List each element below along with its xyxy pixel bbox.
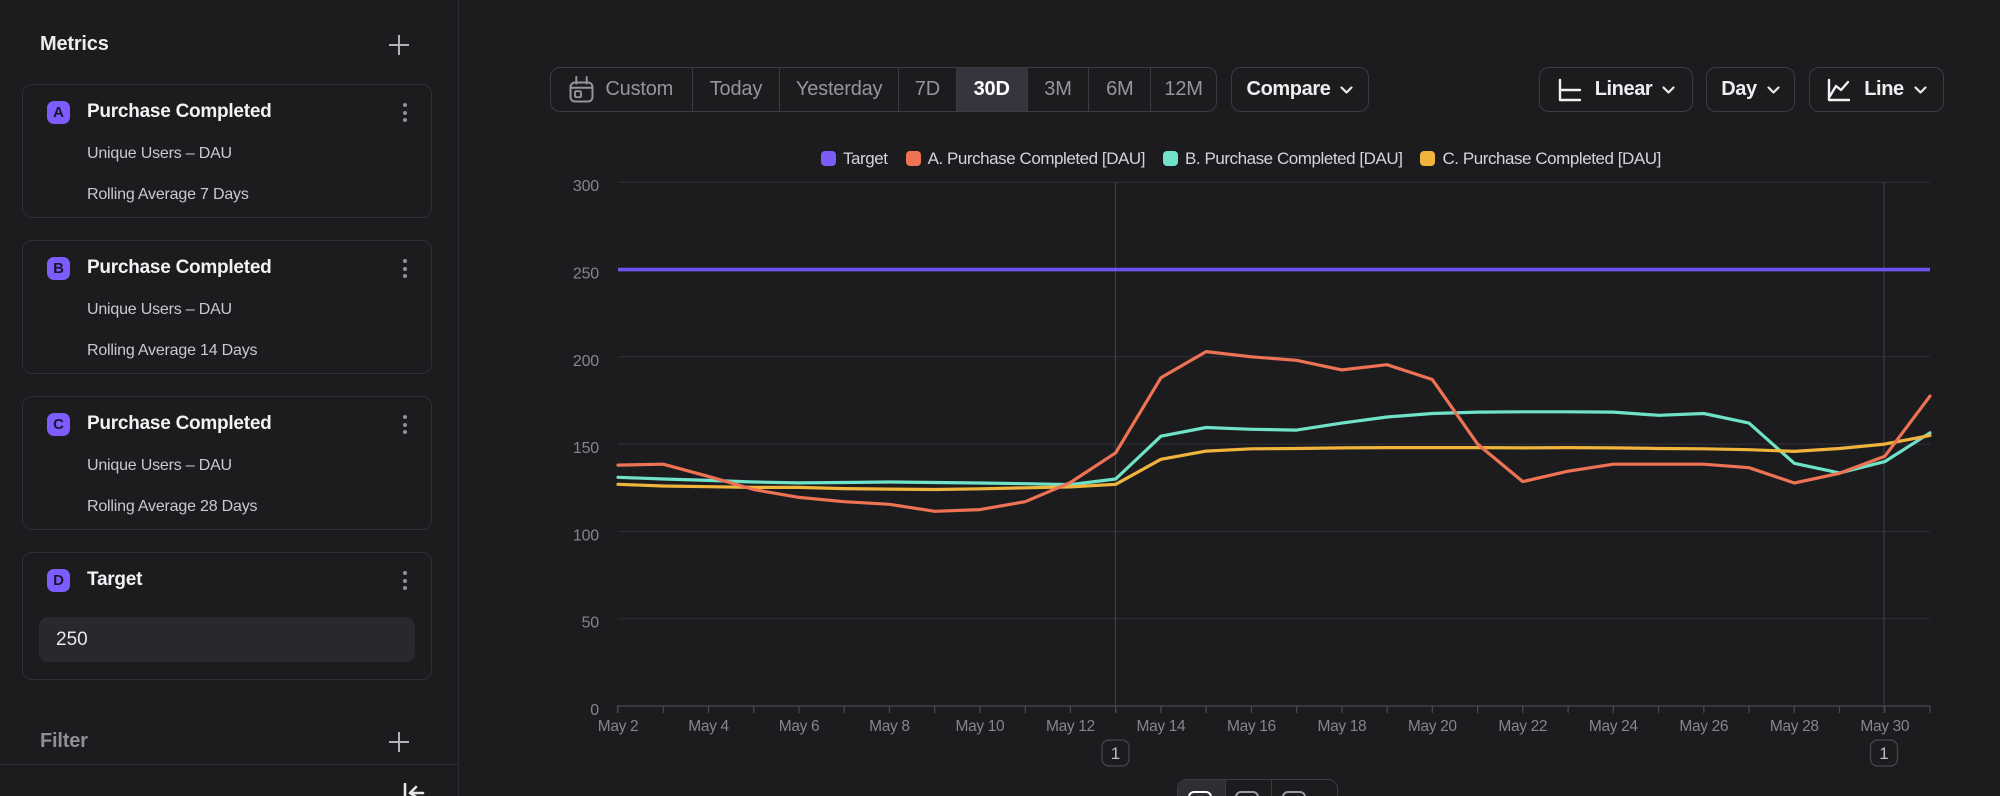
svg-text:1: 1 — [1879, 744, 1888, 763]
svg-text:May 4: May 4 — [688, 718, 729, 735]
svg-text:May 8: May 8 — [869, 718, 909, 735]
svg-text:100: 100 — [573, 527, 599, 544]
svg-text:May 26: May 26 — [1679, 718, 1728, 735]
svg-text:May 6: May 6 — [779, 718, 819, 735]
svg-text:May 16: May 16 — [1227, 718, 1276, 735]
svg-text:250: 250 — [573, 266, 599, 283]
svg-text:200: 200 — [573, 353, 599, 370]
svg-text:0: 0 — [590, 702, 599, 719]
svg-text:150: 150 — [573, 440, 599, 457]
svg-text:May 18: May 18 — [1318, 718, 1367, 735]
svg-text:May 24: May 24 — [1589, 718, 1638, 735]
svg-text:May 10: May 10 — [956, 718, 1005, 735]
svg-text:May 2: May 2 — [598, 718, 638, 735]
svg-text:May 12: May 12 — [1046, 718, 1095, 735]
svg-text:May 20: May 20 — [1408, 718, 1457, 735]
svg-text:1: 1 — [1111, 744, 1120, 763]
svg-text:May 14: May 14 — [1137, 718, 1186, 735]
svg-text:May 28: May 28 — [1770, 718, 1819, 735]
svg-text:May 22: May 22 — [1498, 718, 1547, 735]
svg-text:May 30: May 30 — [1860, 718, 1909, 735]
svg-text:300: 300 — [573, 178, 599, 195]
svg-text:50: 50 — [582, 615, 600, 632]
